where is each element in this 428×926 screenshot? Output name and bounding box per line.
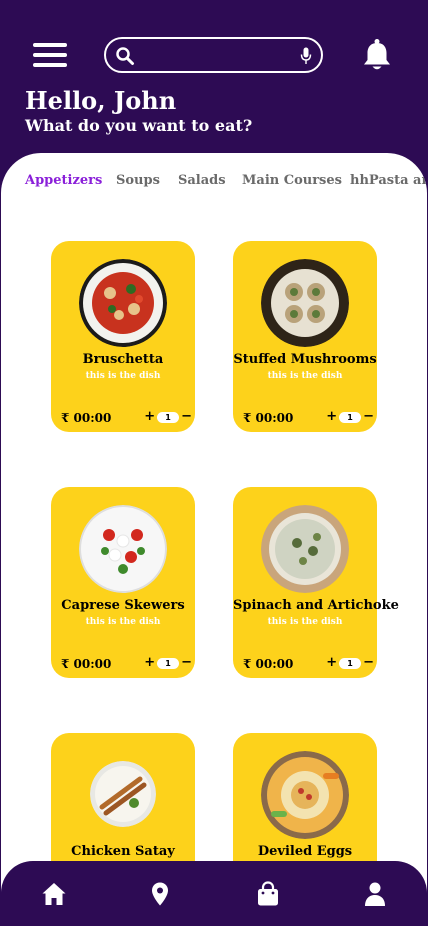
dish-card[interactable]: Caprese Skewers this is the dish ₹ 00:00… [51, 487, 195, 678]
price-value: 00:00 [73, 411, 112, 425]
price-value: 00:00 [73, 657, 112, 671]
decrease-quantity-button[interactable]: − [363, 410, 374, 424]
rupee-icon: ₹ [243, 657, 252, 671]
dish-card[interactable]: Bruschetta this is the dish ₹ 00:00 + 1 … [51, 241, 195, 432]
dish-name: Deviled Eggs [257, 844, 353, 859]
dish-price: ₹ 00:00 [243, 411, 293, 425]
dish-image [261, 259, 349, 347]
increase-quantity-button[interactable]: + [144, 656, 155, 670]
dish-card[interactable]: Spinach and Artichoke this is the dish ₹… [233, 487, 399, 678]
price-value: 00:00 [255, 657, 294, 671]
dish-image [79, 505, 167, 593]
increase-quantity-button[interactable]: + [326, 656, 337, 670]
decrease-quantity-button[interactable]: − [181, 656, 192, 670]
quantity-value: 1 [339, 411, 362, 423]
dish-description: this is the dish [85, 371, 161, 381]
dish-price: ₹ 00:00 [61, 411, 111, 425]
quantity-value: 1 [157, 411, 180, 423]
price-value: 00:00 [255, 411, 294, 425]
dish-name: Stuffed Mushrooms [233, 352, 377, 367]
app-header: Hello, John What do you want to eat? [0, 0, 428, 170]
hamburger-icon-bar-middle [33, 53, 67, 57]
dish-name: Caprese Skewers [61, 598, 185, 613]
bottom-navigation [1, 861, 427, 926]
dish-description: this is the dish [267, 617, 343, 627]
dish-name: Bruschetta [82, 352, 164, 367]
rupee-icon: ₹ [61, 657, 70, 671]
search-bar [104, 37, 323, 73]
greeting-subtitle: What do you want to eat? [25, 116, 253, 135]
dish-card[interactable]: Stuffed Mushrooms this is the dish ₹ 00:… [233, 241, 377, 432]
decrease-quantity-button[interactable]: − [181, 410, 192, 424]
search-icon[interactable] [115, 46, 135, 66]
dish-image [79, 259, 167, 347]
quantity-stepper: + 1 − [326, 656, 374, 670]
dish-image [261, 505, 349, 593]
dish-price: ₹ 00:00 [243, 657, 293, 671]
content-sheet: Appetizers Soups Salads Main Courses hhP… [1, 153, 427, 926]
quantity-value: 1 [339, 657, 362, 669]
rupee-icon: ₹ [61, 411, 70, 425]
tab-main-courses[interactable]: Main Courses [242, 173, 342, 188]
dish-image [261, 751, 349, 839]
tab-pasta[interactable]: hhPasta and [350, 173, 427, 188]
dish-name: Chicken Satay [71, 844, 175, 859]
menu-button[interactable] [33, 40, 69, 70]
bell-icon[interactable] [361, 38, 393, 72]
tab-soups[interactable]: Soups [116, 173, 160, 188]
search-input[interactable] [140, 44, 290, 66]
hamburger-icon-bar-top [33, 43, 67, 47]
dish-description: this is the dish [85, 617, 161, 627]
tab-salads[interactable]: Salads [178, 173, 226, 188]
greeting-title: Hello, John [25, 86, 177, 115]
shopping-bag-icon[interactable] [255, 881, 281, 907]
dish-name: Spinach and Artichoke [233, 598, 399, 613]
home-icon[interactable] [41, 881, 67, 907]
increase-quantity-button[interactable]: + [144, 410, 155, 424]
dish-description: this is the dish [267, 371, 343, 381]
dish-image [90, 761, 156, 827]
quantity-stepper: + 1 − [144, 656, 192, 670]
rupee-icon: ₹ [243, 411, 252, 425]
decrease-quantity-button[interactable]: − [363, 656, 374, 670]
increase-quantity-button[interactable]: + [326, 410, 337, 424]
tab-appetizers[interactable]: Appetizers [25, 173, 102, 188]
quantity-stepper: + 1 − [144, 410, 192, 424]
quantity-stepper: + 1 − [326, 410, 374, 424]
hamburger-icon-bar-bottom [33, 63, 67, 67]
quantity-value: 1 [157, 657, 180, 669]
microphone-icon[interactable] [300, 47, 312, 65]
user-icon[interactable] [362, 881, 388, 907]
location-pin-icon[interactable] [147, 881, 173, 907]
dish-price: ₹ 00:00 [61, 657, 111, 671]
